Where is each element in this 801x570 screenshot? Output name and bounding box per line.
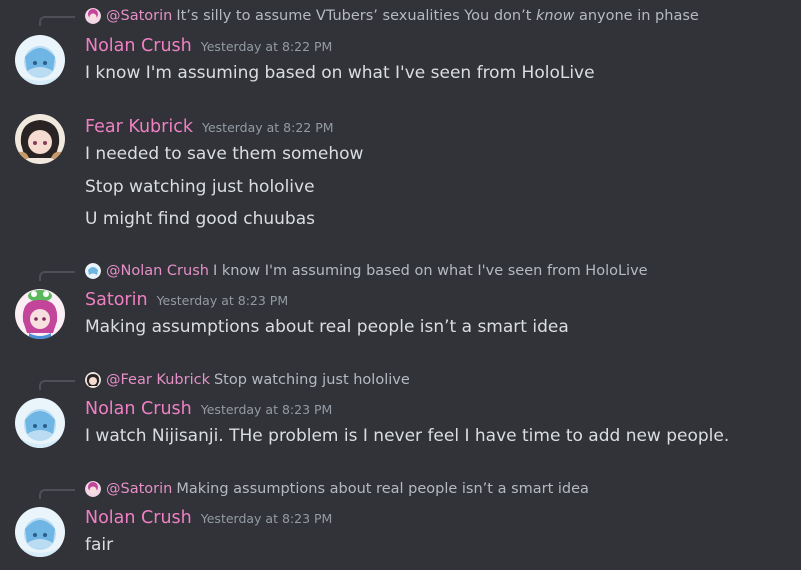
reply-preview[interactable]: @Satorin It’s silly to assume VTubers’ s… (85, 6, 699, 26)
reply-mention[interactable]: @Satorin (106, 8, 172, 24)
message-text: Stop watching just hololive (85, 177, 315, 197)
timestamp[interactable]: Yesterday at 8:23 PM (157, 293, 289, 308)
nolan-avatar-icon[interactable] (15, 398, 65, 448)
message-text: Making assumptions about real people isn… (85, 317, 569, 337)
reply-preview[interactable]: @Satorin Making assumptions about real p… (85, 479, 589, 499)
message-header: Fear Kubrick Yesterday at 8:22 PM (85, 117, 334, 137)
reply-preview[interactable]: @Fear Kubrick Stop watching just hololiv… (85, 370, 410, 390)
reply-connector (39, 380, 75, 390)
message-text: I needed to save them somehow (85, 144, 364, 164)
satorin-avatar-mini-icon (85, 8, 101, 24)
username[interactable]: Nolan Crush (85, 508, 192, 528)
reply-mention[interactable]: @Nolan Crush (106, 263, 209, 279)
timestamp[interactable]: Yesterday at 8:23 PM (201, 402, 333, 417)
message-header: Nolan Crush Yesterday at 8:23 PM (85, 508, 332, 528)
reply-preview[interactable]: @Nolan Crush I know I'm assuming based o… (85, 261, 648, 281)
fear-avatar-mini-icon (85, 372, 101, 388)
message-header: Nolan Crush Yesterday at 8:23 PM (85, 399, 332, 419)
reply-mention[interactable]: @Fear Kubrick (106, 372, 210, 388)
reply-connector (39, 489, 75, 499)
message-header: Satorin Yesterday at 8:23 PM (85, 290, 288, 310)
username[interactable]: Nolan Crush (85, 36, 192, 56)
timestamp[interactable]: Yesterday at 8:22 PM (201, 39, 333, 54)
message-text: U might find good chuubas (85, 209, 315, 229)
reply-text: I know I'm assuming based on what I've s… (212, 263, 648, 279)
timestamp[interactable]: Yesterday at 8:23 PM (201, 511, 333, 526)
reply-text: Stop watching just hololive (213, 372, 410, 388)
nolan-avatar-icon[interactable] (15, 507, 65, 557)
message-text: fair (85, 535, 114, 555)
satorin-avatar-icon[interactable] (15, 289, 65, 339)
satorin-avatar-mini-icon (85, 481, 101, 497)
fear-avatar-icon[interactable] (15, 114, 65, 164)
username[interactable]: Satorin (85, 290, 148, 310)
username[interactable]: Fear Kubrick (85, 117, 193, 137)
username[interactable]: Nolan Crush (85, 399, 192, 419)
reply-text: It’s silly to assume VTubers’ sexualitie… (176, 8, 699, 24)
chat-log: @Satorin It’s silly to assume VTubers’ s… (0, 0, 801, 570)
nolan-avatar-icon[interactable] (15, 35, 65, 85)
reply-connector (39, 16, 75, 26)
timestamp[interactable]: Yesterday at 8:22 PM (202, 120, 334, 135)
reply-connector (39, 271, 75, 281)
nolan-avatar-mini-icon (85, 263, 101, 279)
message-text: I watch Nijisanji. THe problem is I neve… (85, 426, 730, 446)
message-text: I know I'm assuming based on what I've s… (85, 63, 595, 83)
message-header: Nolan Crush Yesterday at 8:22 PM (85, 36, 332, 56)
reply-mention[interactable]: @Satorin (106, 481, 172, 497)
reply-text: Making assumptions about real people isn… (176, 481, 589, 497)
